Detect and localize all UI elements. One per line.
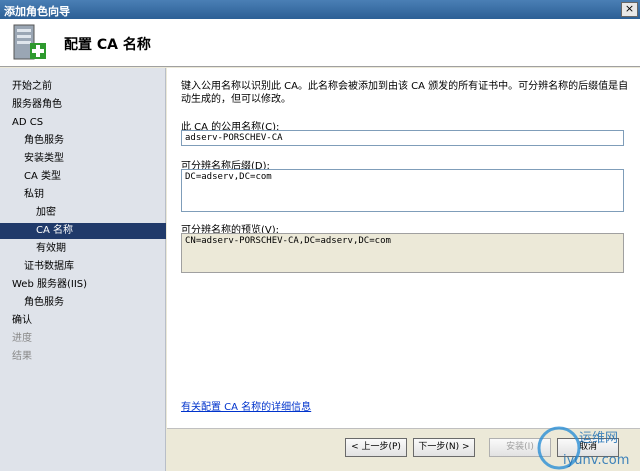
sidebar-item-cryptography[interactable]: 加密 xyxy=(0,205,166,221)
sidebar-item-role-services[interactable]: 角色服务 xyxy=(0,133,166,149)
window-title: 添加角色向导 xyxy=(4,5,70,18)
sidebar-item-server-roles[interactable]: 服务器角色 xyxy=(0,97,166,113)
wizard-header: 配置 CA 名称 xyxy=(0,19,640,67)
sidebar-item-setup-type[interactable]: 安装类型 xyxy=(0,151,166,167)
sidebar-item-private-key[interactable]: 私钥 xyxy=(0,187,166,203)
close-button[interactable]: × xyxy=(621,2,638,17)
sidebar-item-results: 结果 xyxy=(12,351,32,362)
sidebar-item-confirmation[interactable]: 确认 xyxy=(0,313,166,329)
ca-name-help-link[interactable]: 有关配置 CA 名称的详细信息 xyxy=(181,398,311,413)
watermark-line2: iyunv.com xyxy=(563,453,629,468)
sidebar-item-ca-name[interactable]: CA 名称 xyxy=(0,223,166,239)
wizard-steps-sidebar: 开始之前 服务器角色 AD CS 角色服务 安装类型 CA 类型 私钥 加密 C… xyxy=(0,68,166,471)
watermark-line1: 运维网 xyxy=(579,431,618,446)
window-titlebar: 添加角色向导 × xyxy=(0,0,640,19)
sidebar-item-web-server-iis[interactable]: Web 服务器(IIS) xyxy=(0,277,166,293)
watermark-logo: 运维网 iyunv.com xyxy=(537,426,629,470)
sidebar-item-ad-cs[interactable]: AD CS xyxy=(0,115,166,131)
sidebar-item-progress: 进度 xyxy=(12,333,32,344)
page-description: 键入公用名称以识别此 CA。此名称会被添加到由该 CA 颁发的所有证书中。可分辨… xyxy=(181,81,629,105)
sidebar-item-iis-role-services[interactable]: 角色服务 xyxy=(0,295,166,311)
close-icon: × xyxy=(624,2,635,15)
sidebar-item-before-you-begin[interactable]: 开始之前 xyxy=(0,79,166,95)
server-certificate-icon xyxy=(13,24,46,60)
sidebar-item-validity-period[interactable]: 有效期 xyxy=(0,241,166,257)
sidebar-item-ca-type[interactable]: CA 类型 xyxy=(0,169,166,185)
dn-suffix-textarea[interactable]: DC=adserv,DC=com xyxy=(181,169,624,212)
next-button[interactable]: 下一步(N) > xyxy=(413,438,475,457)
dn-preview-box: CN=adserv-PORSCHEV-CA,DC=adserv,DC=com xyxy=(181,233,624,273)
common-name-input[interactable]: adserv-PORSCHEV-CA xyxy=(181,130,624,146)
wizard-content: 键入公用名称以识别此 CA。此名称会被添加到由该 CA 颁发的所有证书中。可分辨… xyxy=(167,68,640,428)
sidebar-item-certificate-database[interactable]: 证书数据库 xyxy=(0,259,166,275)
back-button[interactable]: < 上一步(P) xyxy=(345,438,407,457)
page-title: 配置 CA 名称 xyxy=(64,37,151,53)
